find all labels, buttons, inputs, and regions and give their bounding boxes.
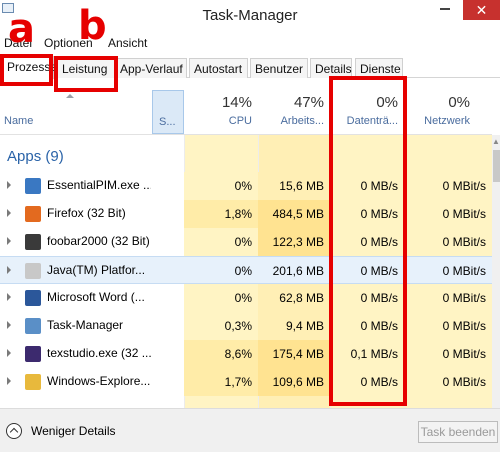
process-cpu-cell: 8,6% (184, 340, 258, 368)
process-cpu-cell: 0% (184, 172, 258, 200)
column-label-memory: Arbeits... (280, 115, 324, 127)
window-title: Task-Manager (202, 7, 298, 24)
column-header-memory[interactable]: 47% Arbeits... (258, 90, 330, 134)
process-name: Windows-Explore... (47, 374, 151, 388)
process-network-cell: 0 MBit/s (404, 340, 492, 368)
fewer-details-link[interactable]: Weniger Details (31, 424, 115, 438)
process-network-cell: 0 MBit/s (404, 228, 492, 256)
annotation-letter-a: a (8, 6, 35, 52)
process-memory-cell: 15,6 MB (258, 172, 330, 200)
process-row[interactable]: texstudio.exe (32 ... 8,6% 175,4 MB 0,1 MB/… (0, 340, 492, 368)
expand-chevron-icon[interactable] (7, 181, 11, 189)
java-icon (25, 263, 41, 279)
expand-chevron-icon[interactable] (7, 209, 11, 217)
process-row[interactable]: Task-Manager 0,3% 9,4 MB 0 MB/s 0 MBit/s (0, 312, 492, 340)
process-cpu-cell: 1,7% (184, 368, 258, 396)
column-header-status[interactable]: S... (152, 90, 184, 134)
process-name: foobar2000 (32 Bit) (47, 234, 150, 248)
annotation-box-a (0, 54, 53, 86)
firefox-icon (25, 206, 41, 222)
process-row[interactable]: Firefox (32 Bit) 1,8% 484,5 MB 0 MB/s 0 MBit… (0, 200, 492, 228)
cpu-total-percent: 14% (221, 94, 252, 111)
process-name: texstudio.exe (32 ... (47, 346, 151, 360)
essentialpim-icon (25, 178, 41, 194)
column-label-status: S... (159, 116, 176, 128)
column-label-cpu: CPU (228, 115, 252, 127)
column-header-network[interactable]: 0% Netzwerk (404, 90, 476, 134)
expand-chevron-icon[interactable] (7, 377, 11, 385)
process-memory-cell: 109,6 MB (258, 368, 330, 396)
chevron-up-circle-icon[interactable] (6, 423, 22, 439)
process-memory-cell: 62,8 MB (258, 284, 330, 312)
process-network-cell: 0 MBit/s (404, 284, 492, 312)
minimize-icon[interactable] (440, 8, 450, 10)
annotation-box-b (54, 56, 118, 92)
process-network-cell: 0 MBit/s (442, 264, 486, 278)
column-label-network: Netzwerk (424, 115, 470, 127)
process-name: Microsoft Word (... (47, 290, 145, 304)
process-row[interactable]: foobar2000 (32 Bit) 0% 122,3 MB 0 MB/s 0 MBi… (0, 228, 492, 256)
process-memory-cell: 175,4 MB (258, 340, 330, 368)
process-name: Firefox (32 Bit) (47, 206, 126, 220)
network-total-percent: 0% (448, 94, 470, 111)
expand-chevron-icon[interactable] (7, 293, 11, 301)
process-network-cell: 0 MBit/s (404, 172, 492, 200)
scrollbar-thumb[interactable] (493, 150, 500, 182)
process-memory-cell: 9,4 MB (258, 312, 330, 340)
process-row[interactable]: Windows-Explore... 1,7% 109,6 MB 0 MB/s 0 MB… (0, 368, 492, 396)
end-task-button[interactable]: Task beenden (418, 421, 498, 443)
title-bar: Task-Manager ✕ (0, 0, 500, 30)
texstudio-icon (25, 346, 41, 362)
column-header-cpu[interactable]: 14% CPU (184, 90, 258, 134)
tab-users[interactable]: Benutzer (250, 58, 308, 78)
process-cpu-cell: 0% (184, 284, 258, 312)
process-row[interactable]: EssentialPIM.exe ... 0% 15,6 MB 0 MB/s 0 MBi… (0, 172, 492, 200)
expand-chevron-icon[interactable] (7, 321, 11, 329)
annotation-letter-b: b (78, 3, 107, 49)
menu-bar: Datei Optionen Ansicht (0, 34, 500, 52)
memory-total-percent: 47% (293, 94, 324, 111)
tab-app-history[interactable]: App-Verlauf (115, 58, 187, 78)
column-label-name: Name (4, 115, 34, 127)
process-row[interactable]: Java(TM) Platfor... 0% 201,6 MB 0 MB/s 0 MBi… (0, 256, 492, 284)
tab-services[interactable]: Dienste (355, 58, 403, 78)
expand-chevron-icon[interactable] (7, 237, 11, 245)
scroll-up-icon[interactable]: ▲ (492, 135, 500, 149)
process-memory-cell: 484,5 MB (258, 200, 330, 228)
process-name: EssentialPIM.exe ... (47, 178, 151, 192)
column-header-name[interactable]: Name (0, 90, 152, 134)
process-cpu-cell: 1,8% (184, 200, 258, 228)
word-icon (25, 290, 41, 306)
tab-details[interactable]: Details (310, 58, 352, 78)
expand-chevron-icon[interactable] (7, 349, 11, 357)
menu-view[interactable]: Ansicht (108, 36, 147, 50)
process-name: Java(TM) Platfor... (47, 263, 146, 277)
process-cpu-cell: 0,3% (184, 312, 258, 340)
foobar2000-icon (25, 234, 41, 250)
process-network-cell: 0 MBit/s (404, 312, 492, 340)
process-cpu-cell: 0% (234, 264, 252, 278)
bottom-bar: Weniger Details Task beenden (0, 408, 500, 452)
process-network-cell: 0 MBit/s (404, 368, 492, 396)
tab-startup[interactable]: Autostart (189, 58, 248, 78)
process-cpu-cell: 0% (184, 228, 258, 256)
process-network-cell: 0 MBit/s (404, 200, 492, 228)
annotation-box-disk (329, 76, 407, 406)
process-name: Task-Manager (47, 318, 124, 332)
close-button[interactable]: ✕ (463, 0, 500, 20)
taskmanager-icon (25, 318, 41, 334)
process-memory-cell: 201,6 MB (272, 264, 324, 278)
process-memory-cell: 122,3 MB (258, 228, 330, 256)
process-row[interactable]: Microsoft Word (... 0% 62,8 MB 0 MB/s 0 MBit… (0, 284, 492, 312)
group-header-apps[interactable]: Apps (9) (7, 148, 64, 165)
expand-chevron-icon[interactable] (7, 266, 11, 274)
explorer-icon (25, 374, 41, 390)
